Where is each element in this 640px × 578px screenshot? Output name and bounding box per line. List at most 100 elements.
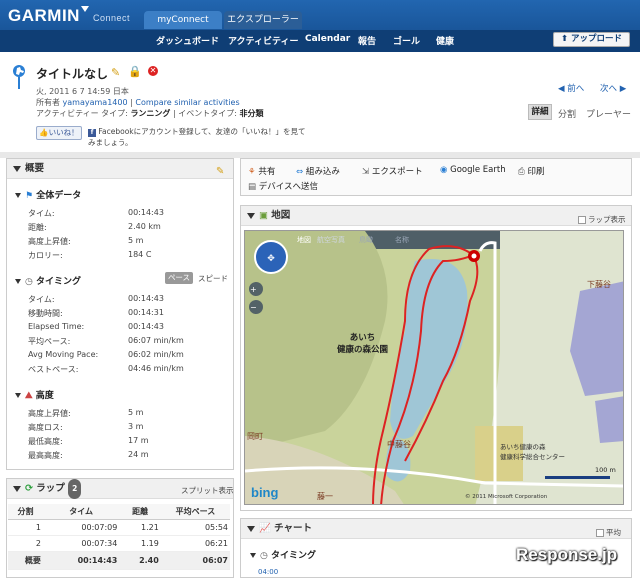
compass-arrows: ✥: [267, 254, 275, 264]
section-arrow-icon: [250, 553, 256, 558]
overall-title: 全体データ: [36, 191, 82, 201]
nav-reports[interactable]: 報告: [358, 34, 376, 47]
prev-link[interactable]: ◀ 前へ: [558, 82, 584, 94]
device-icon: ▤: [248, 182, 257, 192]
lap-cell: 1.19: [119, 535, 161, 552]
chart-title: チャート: [274, 523, 313, 534]
map-scale-label: 100 m: [595, 466, 616, 474]
map-type-aerial[interactable]: 航空写真: [317, 235, 345, 245]
map-scale-bar: [545, 476, 610, 479]
type-value[interactable]: ランニング: [130, 109, 170, 118]
map-view[interactable]: ✥ 地図 航空写真 鳥瞰 名称 + − あいち 健康の森公園 下藤谷 中藤谷 あ…: [244, 230, 624, 505]
timing-section[interactable]: ◷ タイミング: [15, 274, 81, 287]
overall-section[interactable]: ⚑ 全体データ: [15, 188, 81, 201]
lap-cell: 1: [8, 519, 43, 536]
overall-elev-gain-label: 高度上昇値:: [28, 237, 71, 246]
logo-sub: Connect: [92, 13, 130, 23]
map-type-labels[interactable]: 名称: [395, 235, 409, 245]
view-player[interactable]: プレーヤー: [586, 107, 631, 120]
owner-link[interactable]: yamayama1400: [63, 98, 128, 107]
elevation-section[interactable]: ⛰ 高度: [15, 388, 54, 401]
nav-calendar[interactable]: Calendar: [305, 34, 350, 44]
checkbox-icon: [578, 216, 586, 224]
map-header[interactable]: ▣ 地図: [241, 206, 631, 226]
tab-myconnect[interactable]: myConnect: [144, 11, 222, 29]
type-label: アクティビティー タイプ: [36, 109, 126, 118]
upload-button[interactable]: ⬆ アップロード: [553, 32, 630, 47]
zoom-plus-glyph: +: [250, 285, 257, 294]
average-checkbox[interactable]: 平均: [596, 527, 621, 538]
send-label: デバイスへ送信: [258, 182, 318, 192]
edit-pencil-icon[interactable]: ✎: [111, 66, 120, 79]
timing-best-pace-label: ベストペース:: [28, 365, 79, 374]
elev-min-value: 17 m: [128, 436, 149, 445]
like-button[interactable]: 👍いいね！: [36, 126, 82, 140]
nav-activities[interactable]: アクティビティー: [228, 34, 298, 47]
map-label-institute: あいち健康の森 健康科学総合センター: [500, 443, 565, 461]
nav-dashboard[interactable]: ダッシュボード: [156, 34, 219, 47]
activity-title: タイトルなし: [36, 67, 109, 81]
map-svg: ✥: [245, 231, 623, 504]
send-to-device-button[interactable]: ▤ デバイスへ送信: [248, 180, 318, 192]
lap-show-checkbox[interactable]: ラップ表示: [578, 214, 626, 225]
clock-icon: ◷: [25, 277, 33, 287]
overall-time-label: タイム:: [28, 209, 55, 218]
print-button[interactable]: ⎙ 印刷: [518, 165, 545, 177]
overall-calories-value: 184 C: [128, 250, 152, 259]
nav-goals[interactable]: ゴール: [393, 34, 420, 47]
lap-icon: ⟳: [25, 483, 33, 494]
event-value[interactable]: 非分類: [239, 109, 263, 118]
summary-edit-icon[interactable]: ✎: [216, 166, 224, 177]
tab-explore[interactable]: エクスプローラー: [224, 11, 302, 29]
upload-arrow-icon: ⬆: [560, 34, 572, 44]
map-type-birdseye[interactable]: 鳥瞰: [359, 235, 373, 245]
timing-avg-moving-label: Avg Moving Pace:: [28, 350, 99, 359]
lock-icon[interactable]: 🔒: [128, 65, 142, 78]
map-title: 地図: [271, 210, 291, 221]
total-cell: 06:07: [160, 551, 230, 570]
map-label-nakaura: 中藤谷: [387, 440, 411, 449]
collapse-arrow-icon: [247, 213, 255, 219]
elev-gain-label: 高度上昇値:: [28, 409, 71, 418]
embed-button[interactable]: ⇔ 組み込み: [296, 165, 340, 177]
delete-icon[interactable]: ✕: [148, 66, 158, 76]
google-earth-button[interactable]: ◉ Google Earth: [440, 165, 506, 175]
nav-health[interactable]: 健康: [436, 34, 454, 47]
col-pace[interactable]: 平均ペース: [160, 504, 230, 520]
total-cell: 00:14:43: [42, 551, 120, 570]
facebook-icon: f: [88, 129, 96, 137]
laps-title: ラップ: [36, 483, 65, 494]
col-split[interactable]: 分割: [8, 504, 43, 520]
table-row[interactable]: 1 00:07:09 1.21 05:54: [8, 519, 230, 536]
chart-icon: 📈: [259, 523, 271, 534]
view-detail[interactable]: 詳細: [528, 104, 552, 120]
next-link[interactable]: 次へ ▶: [600, 82, 626, 94]
upload-label: アップロード: [571, 34, 623, 44]
map-type-road[interactable]: 地図: [297, 235, 311, 245]
speed-toggle[interactable]: スピード: [198, 273, 228, 284]
clock-icon: ◷: [260, 551, 268, 561]
view-split[interactable]: 分割: [558, 107, 576, 120]
table-row[interactable]: 2 00:07:34 1.19 06:21: [8, 535, 230, 552]
elev-max-label: 最高高度:: [28, 451, 63, 460]
garmin-logo[interactable]: GARMIN Connect: [8, 6, 130, 26]
elevation-icon: ⛰: [25, 391, 33, 401]
summary-title: 概要: [25, 163, 45, 174]
share-button[interactable]: ⚘ 共有: [248, 165, 275, 177]
total-cell: 2.40: [119, 551, 161, 570]
chart-header[interactable]: 📈 チャート: [241, 519, 631, 539]
compare-link[interactable]: Compare similar activities: [135, 98, 239, 107]
total-row: 概要 00:14:43 2.40 06:07: [8, 551, 230, 570]
export-button[interactable]: ⇲ エクスポート: [362, 165, 423, 177]
pace-toggle[interactable]: ペース: [165, 272, 193, 284]
col-distance[interactable]: 距離: [119, 504, 161, 520]
summary-header[interactable]: 概要: [7, 159, 233, 179]
print-label: 印刷: [527, 167, 545, 177]
prev-label: 前へ: [567, 84, 585, 94]
timing-avg-pace-label: 平均ペース:: [28, 337, 71, 346]
lap-cell: 00:07:34: [42, 535, 120, 552]
share-icon: ⚘: [248, 167, 256, 177]
split-show-toggle[interactable]: スプリット表示: [181, 485, 234, 496]
chart-timing-section[interactable]: ◷ タイミング: [250, 548, 316, 561]
col-time[interactable]: タイム: [42, 504, 120, 520]
